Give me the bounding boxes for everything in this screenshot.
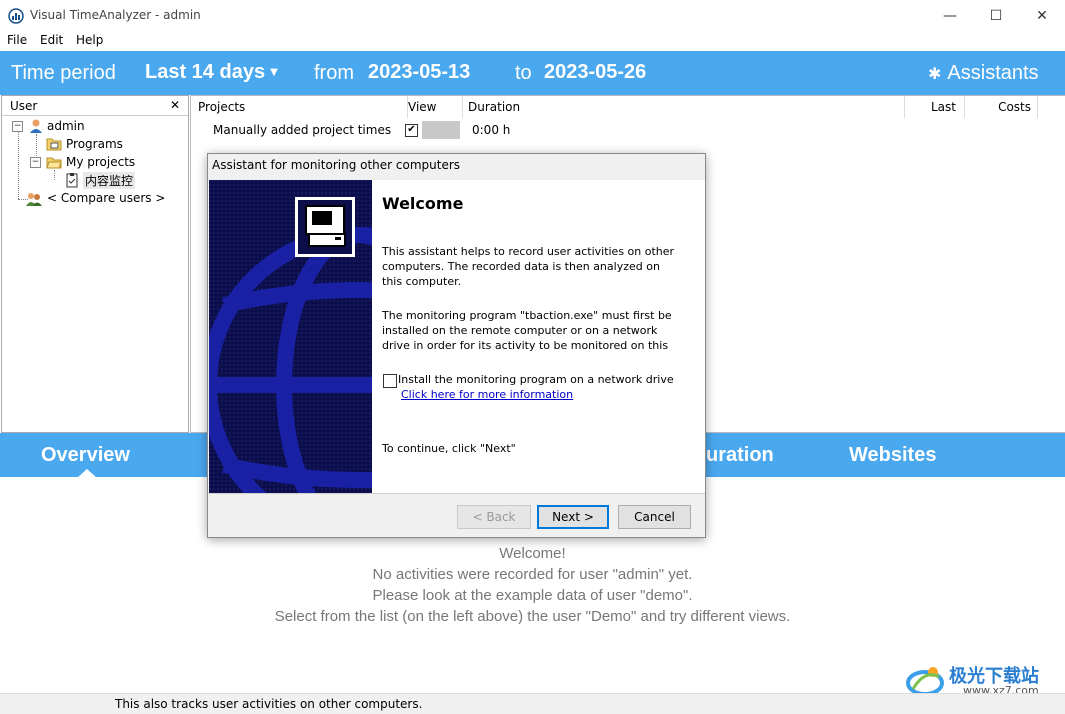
next-button[interactable]: Next > xyxy=(537,505,609,529)
minimize-icon: — xyxy=(943,7,957,24)
close-panel-icon[interactable]: ✕ xyxy=(170,98,180,112)
table-row[interactable]: Manually added project times ✔ 0:00 h xyxy=(191,120,1065,140)
to-date[interactable]: 2023-05-26 xyxy=(544,61,646,84)
more-info-link[interactable]: Click here for more information xyxy=(401,388,573,401)
dialog-install-text: The monitoring program "tbaction.exe" mu… xyxy=(382,309,672,352)
programs-folder-icon xyxy=(46,136,62,152)
tab-websites[interactable]: Websites xyxy=(849,444,936,467)
range-value: Last 14 days xyxy=(145,61,266,83)
column-view[interactable]: View xyxy=(407,96,463,118)
range-dropdown[interactable]: Last 14 days ▼ xyxy=(145,61,278,84)
close-icon: ✕ xyxy=(1036,7,1048,24)
app-logo-icon xyxy=(8,8,24,24)
dialog-title: Assistant for monitoring other computers xyxy=(212,158,461,172)
column-projects[interactable]: Projects xyxy=(191,96,408,118)
clipboard-icon xyxy=(64,172,80,188)
dialog-divider xyxy=(208,493,705,494)
tree-item-my-projects[interactable]: My projects xyxy=(66,155,135,169)
close-window-button[interactable]: ✕ xyxy=(1019,0,1065,31)
terminal-icon xyxy=(305,205,346,247)
assistants-button[interactable]: ✱ Assistants xyxy=(928,62,1039,85)
menu-edit[interactable]: Edit xyxy=(40,33,63,47)
no-activities-message: No activities were recorded for user "ad… xyxy=(372,566,693,583)
user-panel-title: User xyxy=(10,99,38,113)
from-date[interactable]: 2023-05-13 xyxy=(368,61,470,84)
tree-line xyxy=(18,131,19,199)
maximize-button[interactable]: ☐ xyxy=(973,0,1019,31)
tree-item-project[interactable]: 内容监控 xyxy=(83,172,136,189)
projects-folder-icon xyxy=(46,154,62,170)
example-data-message: Please look at the example data of user … xyxy=(372,587,693,604)
tab-overview[interactable]: Overview xyxy=(41,444,130,467)
select-user-message: Select from the list (on the left above)… xyxy=(274,608,791,625)
color-swatch[interactable] xyxy=(422,121,460,139)
menu-bar: File Edit Help xyxy=(0,31,1065,51)
status-bar: This also tracks user activities on othe… xyxy=(0,693,1065,714)
dialog-content: Welcome This assistant helps to record u… xyxy=(372,180,705,493)
column-duration[interactable]: Duration xyxy=(462,96,905,118)
collapse-toggle[interactable]: − xyxy=(12,121,23,132)
maximize-icon: ☐ xyxy=(989,7,1003,24)
tree-item-compare-users[interactable]: < Compare users > xyxy=(47,191,165,205)
cancel-button[interactable]: Cancel xyxy=(618,505,691,529)
tree-item-admin[interactable]: admin xyxy=(47,119,85,133)
gear-icon: ✱ xyxy=(928,64,942,83)
project-name: Manually added project times xyxy=(213,123,392,137)
continue-text: To continue, click "Next" xyxy=(382,442,516,455)
dialog-side-image xyxy=(209,180,372,493)
user-icon xyxy=(28,118,44,134)
tree-item-programs[interactable]: Programs xyxy=(66,137,123,151)
column-last[interactable]: Last xyxy=(899,96,965,118)
view-checkbox[interactable]: ✔ xyxy=(405,124,418,137)
active-tab-indicator xyxy=(77,469,97,478)
title-bar: Visual TimeAnalyzer - admin — ☐ ✕ xyxy=(0,0,1065,31)
project-duration: 0:00 h xyxy=(472,123,511,137)
menu-file[interactable]: File xyxy=(7,33,27,47)
menu-help[interactable]: Help xyxy=(76,33,103,47)
time-period-bar: Time period Last 14 days ▼ from 2023-05-… xyxy=(0,51,1065,95)
time-period-label: Time period xyxy=(11,62,116,84)
window-title: Visual TimeAnalyzer - admin xyxy=(30,8,201,22)
user-panel-header: User ✕ xyxy=(2,96,188,116)
users-group-icon xyxy=(26,191,42,207)
user-panel: User ✕ − admin Programs − My projects 内容… xyxy=(1,95,189,433)
tab-duration[interactable]: uration xyxy=(706,444,774,467)
from-label: from xyxy=(314,62,354,84)
watermark-logo-icon xyxy=(905,663,945,697)
tree-line xyxy=(54,170,55,180)
column-costs[interactable]: Costs xyxy=(966,96,1038,118)
dialog-heading: Welcome xyxy=(382,194,464,213)
network-drive-checkbox[interactable] xyxy=(383,374,397,388)
projects-table-header: Projects View Duration Last Costs xyxy=(191,96,1065,118)
welcome-message: Welcome! xyxy=(499,545,566,562)
minimize-button[interactable]: — xyxy=(927,0,973,31)
to-label: to xyxy=(515,62,532,84)
status-text: This also tracks user activities on othe… xyxy=(115,697,423,711)
assistants-label: Assistants xyxy=(947,62,1039,84)
collapse-toggle[interactable]: − xyxy=(30,157,41,168)
assistant-dialog: Assistant for monitoring other computers xyxy=(207,153,706,538)
dialog-intro-text: This assistant helps to record user acti… xyxy=(382,245,675,288)
network-drive-checkbox-label[interactable]: Install the monitoring program on a netw… xyxy=(398,373,674,386)
back-button[interactable]: < Back xyxy=(457,505,531,529)
caret-down-icon: ▼ xyxy=(270,67,278,78)
